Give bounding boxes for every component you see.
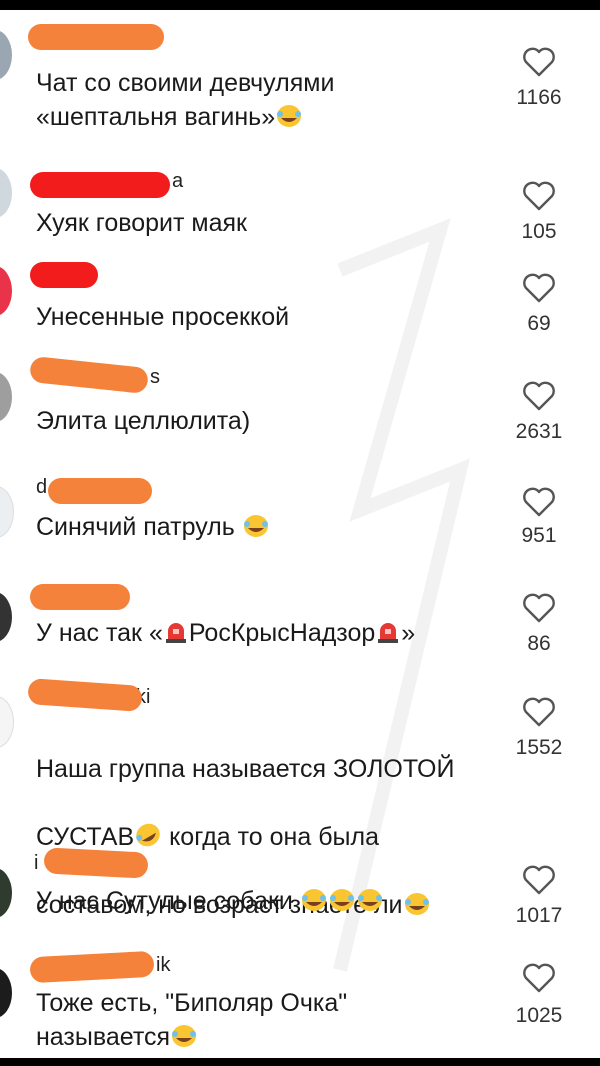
avatar[interactable] — [0, 486, 14, 538]
heart-outline-icon[interactable] — [522, 864, 556, 896]
comment-username[interactable]: i — [34, 850, 38, 876]
laughing-emoji-icon — [275, 102, 303, 128]
comment-username[interactable]: ik — [156, 952, 170, 978]
comment-item: s Элита целлюлита) 2631 — [0, 350, 600, 460]
heart-outline-icon[interactable] — [522, 180, 556, 212]
laughing-emoji-icon — [328, 886, 356, 912]
laughing-emoji-icon — [356, 886, 384, 912]
avatar[interactable] — [0, 372, 12, 422]
comment-text: Синячий патруль — [36, 510, 486, 544]
laughing-emoji-icon — [300, 886, 328, 912]
siren-emoji-icon — [375, 619, 401, 645]
comment-item: a Хуяк говорит маяк 105 — [0, 150, 600, 250]
redaction-mark — [27, 678, 143, 712]
like-count: 1017 — [515, 904, 563, 927]
avatar[interactable] — [0, 266, 12, 316]
comment-item: Унесенные просеккой 69 — [0, 250, 600, 350]
laughing-emoji-icon — [242, 512, 270, 538]
redaction-mark — [28, 24, 164, 50]
comment-item: i У нас Сутулые собаки 1017 — [0, 840, 600, 940]
comment-line: Наша группа называется ЗОЛОТОЙ — [36, 755, 455, 783]
redaction-mark — [30, 172, 170, 198]
comment-item: i Чат со своими девчулями «шептальня ваг… — [0, 10, 600, 150]
redaction-mark — [29, 950, 155, 984]
like-count: 1025 — [515, 1004, 563, 1027]
comment-text: Хуяк говорит маяк — [36, 209, 247, 237]
heart-outline-icon[interactable] — [522, 272, 556, 304]
redaction-mark — [43, 847, 149, 879]
comment-text: Тоже есть, "Биполяр Очка" называется — [36, 989, 348, 1051]
laughing-emoji-icon — [170, 1022, 198, 1048]
comment-text: У нас так «РосКрысНадзор» — [36, 619, 416, 647]
comment-item: ik Тоже есть, "Биполяр Очка" называется … — [0, 940, 600, 1058]
redaction-mark — [28, 355, 150, 395]
comment-username[interactable]: s — [150, 364, 160, 390]
like-count: 105 — [521, 220, 557, 243]
like-count: 1166 — [516, 86, 562, 109]
avatar[interactable] — [0, 592, 12, 642]
avatar[interactable] — [0, 30, 12, 80]
avatar[interactable] — [0, 968, 12, 1018]
heart-outline-icon[interactable] — [522, 592, 556, 624]
like-count: 2631 — [515, 420, 563, 443]
heart-outline-icon[interactable] — [522, 962, 556, 994]
comment-text: Чат со своими девчулями «шептальня вагин… — [36, 69, 335, 131]
comment-text: У нас Сутулые собаки — [36, 884, 486, 918]
redaction-mark — [30, 262, 98, 288]
redaction-mark — [48, 478, 152, 504]
avatar[interactable] — [0, 868, 12, 918]
heart-outline-icon[interactable] — [522, 380, 556, 412]
like-count: 1552 — [515, 736, 563, 759]
comment-item: ki Наша группа называется ЗОЛОТОЙ СУСТАВ… — [0, 670, 600, 919]
like-count: 69 — [527, 312, 551, 335]
avatar[interactable] — [0, 696, 14, 748]
comment-item: У нас так «РосКрысНадзор» 86 — [0, 570, 600, 670]
redaction-mark — [30, 584, 130, 610]
heart-outline-icon[interactable] — [522, 486, 556, 518]
comment-text: Элита целлюлита) — [36, 407, 251, 435]
siren-emoji-icon — [163, 619, 189, 645]
like-count: 86 — [527, 632, 551, 655]
avatar[interactable] — [0, 168, 12, 218]
comment-item: d 8 Синячий патруль 951 — [0, 460, 600, 570]
heart-outline-icon[interactable] — [522, 46, 556, 78]
comment-text: Унесенные просеккой — [36, 303, 290, 331]
comments-screen: i Чат со своими девчулями «шептальня ваг… — [0, 10, 600, 1058]
comment-username[interactable]: a — [172, 168, 183, 194]
like-count: 951 — [521, 524, 557, 547]
heart-outline-icon[interactable] — [522, 696, 556, 728]
